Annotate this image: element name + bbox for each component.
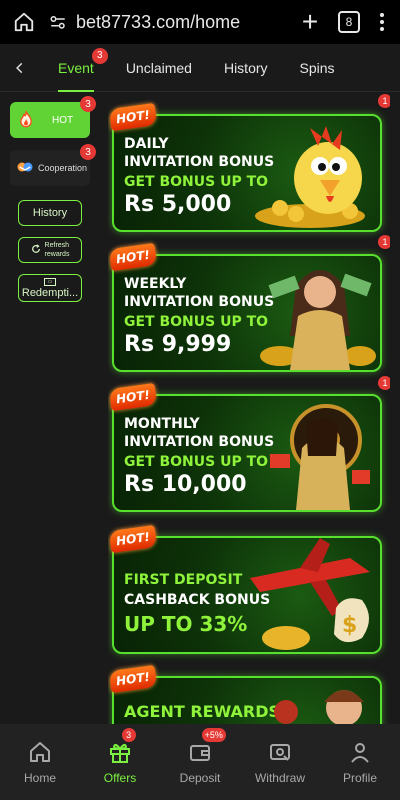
sidebar-cooperation-badge: 3 xyxy=(80,144,96,160)
tab-event-badge: 3 xyxy=(91,47,108,64)
banner-amount: Rs 9,999 xyxy=(124,332,232,357)
banner-line1: FIRST DEPOSIT xyxy=(124,572,243,588)
address-bar[interactable]: bet87733.com/home xyxy=(48,6,286,38)
banner-badge: 1 xyxy=(378,94,390,108)
browser-home-icon[interactable] xyxy=(8,6,40,38)
sidebar-hot-badge: 3 xyxy=(80,96,96,112)
refresh-icon xyxy=(31,244,41,256)
site-settings-icon[interactable] xyxy=(48,12,68,32)
handshake-icon xyxy=(16,159,34,177)
nav-profile-label: Profile xyxy=(342,771,377,785)
tab-spins-label: Spins xyxy=(299,59,335,76)
gift-icon xyxy=(107,739,133,765)
profile-icon xyxy=(347,739,373,765)
browser-menu-icon[interactable] xyxy=(372,6,392,38)
monthly-invitation-banner[interactable]: MONTHLY INVITATION BONUS GET BONUS UP TO… xyxy=(112,394,382,512)
nav-deposit[interactable]: Deposit +5% xyxy=(160,724,240,800)
banner-line3: UP TO 33% xyxy=(124,612,248,636)
banner-amount: Rs 10,000 xyxy=(124,472,247,497)
category-sidebar: HOT 3 Cooperation 3 History Refresh rewa… xyxy=(0,92,100,724)
nav-withdraw-label: Withdraw xyxy=(254,771,305,785)
nav-home[interactable]: Home xyxy=(0,724,80,800)
home-icon xyxy=(27,739,53,765)
nav-profile[interactable]: Profile xyxy=(320,724,400,800)
tab-history[interactable]: History xyxy=(224,44,268,92)
nav-deposit-label: Deposit xyxy=(179,771,221,785)
tab-event[interactable]: Event 3 xyxy=(58,44,108,92)
banner-badge: 1 xyxy=(378,376,390,390)
aviator-illustration xyxy=(274,690,364,724)
woman-money-illustration xyxy=(260,270,376,370)
rooster-coins-illustration xyxy=(255,126,365,228)
nav-offers[interactable]: Offers 3 xyxy=(80,724,160,800)
plane-money-illustration: $ xyxy=(250,538,370,650)
tab-switcher-button[interactable]: 8 xyxy=(338,11,360,33)
banner-line1: MONTHLY xyxy=(124,416,200,432)
tab-unclaimed-label: Unclaimed xyxy=(125,59,192,76)
tab-history-label: History xyxy=(223,59,268,76)
new-tab-icon[interactable]: + xyxy=(294,6,326,38)
redemption-button[interactable]: ▭ Redempti... xyxy=(18,274,82,302)
coupon-icon: ▭ xyxy=(44,277,56,286)
event-banner-list: HOT! 1 DAILY INVITATION BONUS GET BONUS … xyxy=(108,92,390,724)
history-button[interactable]: History xyxy=(18,200,82,226)
refresh-rewards-button[interactable]: Refresh rewards xyxy=(18,237,82,263)
back-arrow-icon[interactable] xyxy=(0,44,40,92)
nav-offers-label: Offers xyxy=(103,771,137,785)
nav-home-label: Home xyxy=(23,771,56,785)
redemption-label: Redempti... xyxy=(21,286,79,299)
sidebar-item-label: HOT xyxy=(52,114,74,126)
daily-invitation-banner[interactable]: DAILY INVITATION BONUS GET BONUS UP TO R… xyxy=(112,114,382,232)
nav-offers-badge: 3 xyxy=(121,728,136,742)
refresh-label-line1: Refresh xyxy=(44,242,70,249)
nav-deposit-badge: +5% xyxy=(201,728,226,742)
banner-badge: 1 xyxy=(378,235,390,249)
refresh-label-line2: rewards xyxy=(44,251,70,258)
woman-roulette-illustration xyxy=(270,404,370,510)
offers-tab-bar: Event 3 Unclaimed History Spins xyxy=(0,44,400,92)
banner-line1: WEEKLY xyxy=(124,276,187,292)
sidebar-item-cooperation[interactable]: Cooperation 3 xyxy=(10,144,96,186)
weekly-invitation-banner[interactable]: WEEKLY INVITATION BONUS GET BONUS UP TO … xyxy=(112,254,382,372)
first-deposit-cashback-banner[interactable]: FIRST DEPOSIT CASHBACK BONUS UP TO 33% $ xyxy=(112,536,382,654)
bottom-navigation: Home Offers 3 Deposit +5% Withdraw Profi… xyxy=(0,724,400,800)
nav-withdraw[interactable]: Withdraw xyxy=(240,724,320,800)
banner-line1: DAILY xyxy=(124,136,169,152)
banner-amount: Rs 5,000 xyxy=(124,192,232,217)
sidebar-item-hot[interactable]: HOT 3 xyxy=(10,96,96,138)
tab-event-label: Event xyxy=(58,59,94,76)
url-text: bet87733.com/home xyxy=(76,11,241,32)
tab-unclaimed[interactable]: Unclaimed xyxy=(126,44,192,92)
sidebar-item-label: Cooperation xyxy=(38,163,88,173)
browser-toolbar: bet87733.com/home + 8 xyxy=(0,0,400,44)
svg-text:$: $ xyxy=(342,613,357,638)
wallet-icon xyxy=(187,739,213,765)
flame-icon xyxy=(18,110,34,131)
withdraw-icon xyxy=(267,739,293,765)
tab-spins[interactable]: Spins xyxy=(300,44,335,92)
